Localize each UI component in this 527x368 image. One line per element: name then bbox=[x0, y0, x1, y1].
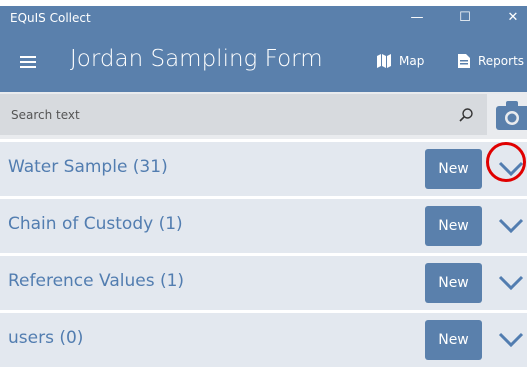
section-row-water-sample: Water Sample (31) New bbox=[0, 142, 527, 197]
section-row-users: users (0) New bbox=[0, 313, 527, 368]
app-header: Jordan Sampling Form Map Reports bbox=[0, 30, 527, 92]
close-button[interactable]: ✕ bbox=[498, 8, 527, 28]
minimize-button[interactable]: — bbox=[402, 8, 432, 28]
document-icon bbox=[458, 54, 470, 68]
chevron-down-icon[interactable] bbox=[496, 329, 526, 351]
search-icon[interactable] bbox=[459, 108, 473, 122]
search-input[interactable] bbox=[9, 104, 453, 126]
new-water-sample-button[interactable]: New bbox=[425, 149, 482, 189]
search-bar bbox=[0, 92, 527, 139]
map-label: Map bbox=[399, 54, 425, 68]
maximize-button[interactable]: ☐ bbox=[450, 8, 480, 28]
chevron-down-icon[interactable] bbox=[496, 215, 526, 237]
hamburger-icon[interactable] bbox=[20, 56, 36, 68]
new-reference-values-button[interactable]: New bbox=[425, 263, 482, 303]
app-title: EQuIS Collect bbox=[10, 11, 91, 25]
section-label: Chain of Custody (1) bbox=[8, 214, 183, 234]
map-button[interactable]: Map bbox=[377, 54, 424, 68]
section-label: Reference Values (1) bbox=[8, 271, 185, 291]
section-row-chain-of-custody: Chain of Custody (1) New bbox=[0, 199, 527, 254]
page-title: Jordan Sampling Form bbox=[70, 46, 323, 72]
reports-button[interactable]: Reports bbox=[458, 54, 524, 68]
map-icon bbox=[377, 54, 391, 68]
section-label: Water Sample (31) bbox=[8, 157, 168, 177]
new-users-button[interactable]: New bbox=[425, 320, 482, 360]
section-label: users (0) bbox=[8, 328, 84, 348]
camera-icon[interactable] bbox=[494, 97, 527, 133]
highlight-circle bbox=[486, 142, 526, 182]
reports-label: Reports bbox=[478, 54, 525, 68]
search-box bbox=[0, 94, 487, 135]
window-titlebar: EQuIS Collect — ☐ ✕ bbox=[0, 6, 527, 30]
chevron-down-icon[interactable] bbox=[496, 272, 526, 294]
section-row-reference-values: Reference Values (1) New bbox=[0, 256, 527, 311]
new-chain-of-custody-button[interactable]: New bbox=[425, 206, 482, 246]
